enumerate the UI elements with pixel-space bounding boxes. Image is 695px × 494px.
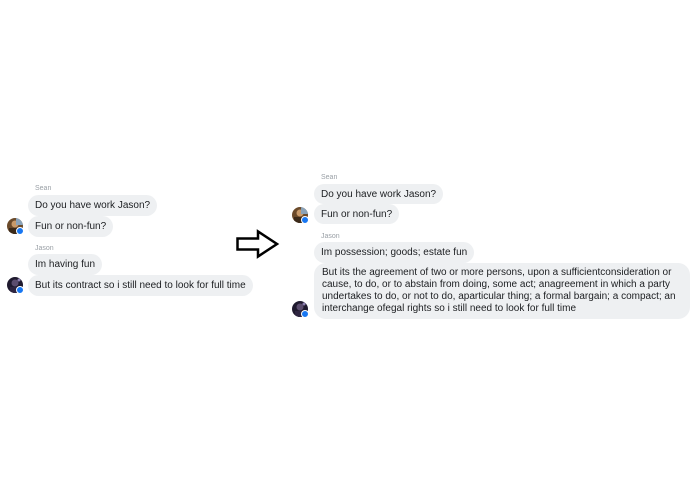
message-bubble-left-3: Im having fun xyxy=(28,254,103,275)
online-status-dot xyxy=(301,216,309,224)
sender-name-jason-right: Jason xyxy=(321,233,340,240)
online-status-dot xyxy=(301,310,309,318)
right-arrow-icon xyxy=(236,229,280,259)
sender-name-jason-left: Jason xyxy=(35,245,54,252)
message-bubble-right-1: Do you have work Jason? xyxy=(314,184,444,204)
sender-name-sean-left: Sean xyxy=(35,185,52,192)
message-bubble-right-2: Fun or non-fun? xyxy=(314,204,400,224)
message-bubble-left-1: Do you have work Jason? xyxy=(28,195,158,216)
avatar-sean-left[interactable] xyxy=(7,218,24,235)
message-bubble-left-2: Fun or non-fun? xyxy=(28,216,114,237)
online-status-dot xyxy=(16,286,24,294)
message-bubble-right-4: But its the agreement of two or more per… xyxy=(314,263,690,319)
message-bubble-right-3: Im possession; goods; estate fun xyxy=(314,242,475,263)
avatar-sean-right[interactable] xyxy=(292,207,309,224)
message-bubble-left-4: But its contract so i still need to look… xyxy=(28,275,253,296)
avatar-jason-right[interactable] xyxy=(292,301,309,318)
online-status-dot xyxy=(16,227,24,235)
avatar-jason-left[interactable] xyxy=(7,277,24,294)
sender-name-sean-right: Sean xyxy=(321,174,338,181)
